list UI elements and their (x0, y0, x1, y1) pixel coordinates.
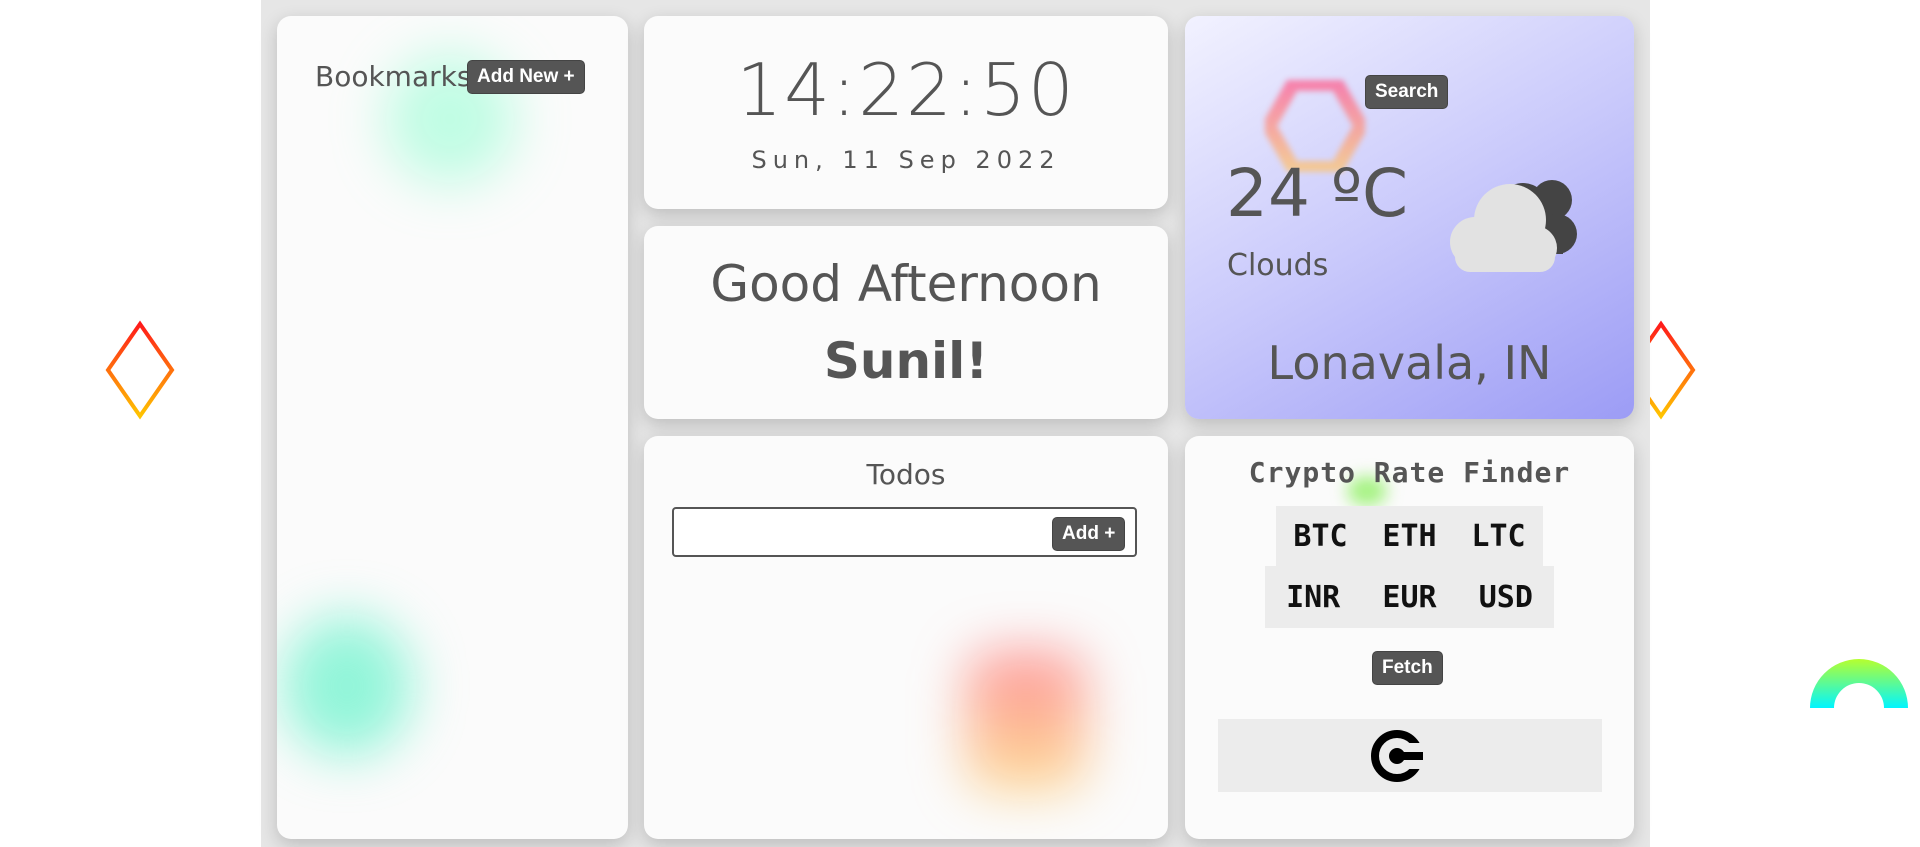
coin-logo-icon (1371, 730, 1424, 782)
greeting-text: Good Afternoon (710, 255, 1102, 313)
crypto-title: Crypto Rate Finder (1248, 456, 1571, 489)
add-bookmark-button[interactable]: Add New + (468, 61, 584, 93)
teal-glow-decoration (282, 616, 412, 756)
dashboard-board: Bookmarks Add New + 14:22:50 Sun, 11 Sep… (261, 0, 1650, 847)
currency-option-eur[interactable]: EUR (1382, 580, 1436, 615)
weather-condition: Clouds (1227, 248, 1329, 283)
clock-card: 14:22:50 Sun, 11 Sep 2022 (644, 16, 1168, 209)
weather-location: Lonavala, IN (1267, 336, 1552, 390)
cloud-icon (1450, 180, 1577, 272)
bookmarks-title: Bookmarks (315, 60, 472, 93)
clock-date: Sun, 11 Sep 2022 (751, 146, 1061, 174)
todos-card: Todos Add + (644, 436, 1168, 839)
greeting-name: Sunil! (823, 332, 989, 390)
weather-temperature: 24 ºC (1226, 155, 1409, 232)
weather-search-button[interactable]: Search (1366, 76, 1448, 108)
add-todo-button[interactable]: Add + (1053, 518, 1125, 550)
currency-select-group: INR EUR USD (1265, 566, 1554, 628)
weather-card: Search 24 ºC Clouds Lonavala, IN (1185, 16, 1634, 419)
coin-option-ltc[interactable]: LTC (1471, 519, 1525, 554)
gradient-glow-decoration (966, 651, 1086, 791)
coin-option-btc[interactable]: BTC (1293, 519, 1347, 554)
todos-title: Todos (866, 458, 946, 491)
greeting-card: Good Afternoon Sunil! (644, 226, 1168, 419)
crypto-card: Crypto Rate Finder BTC ETH LTC INR EUR U… (1185, 436, 1634, 839)
currency-option-usd[interactable]: USD (1479, 580, 1533, 615)
currency-option-inr[interactable]: INR (1286, 580, 1340, 615)
coin-option-eth[interactable]: ETH (1382, 519, 1436, 554)
coin-select-group: BTC ETH LTC (1276, 506, 1543, 566)
bookmarks-card: Bookmarks Add New + (277, 16, 628, 839)
fetch-button[interactable]: Fetch (1373, 652, 1442, 684)
clock-time: 14:22:50 (736, 48, 1076, 132)
left-diamond-decoration (105, 320, 175, 420)
half-circle-decoration (1810, 659, 1908, 708)
crypto-result-panel (1218, 719, 1602, 792)
